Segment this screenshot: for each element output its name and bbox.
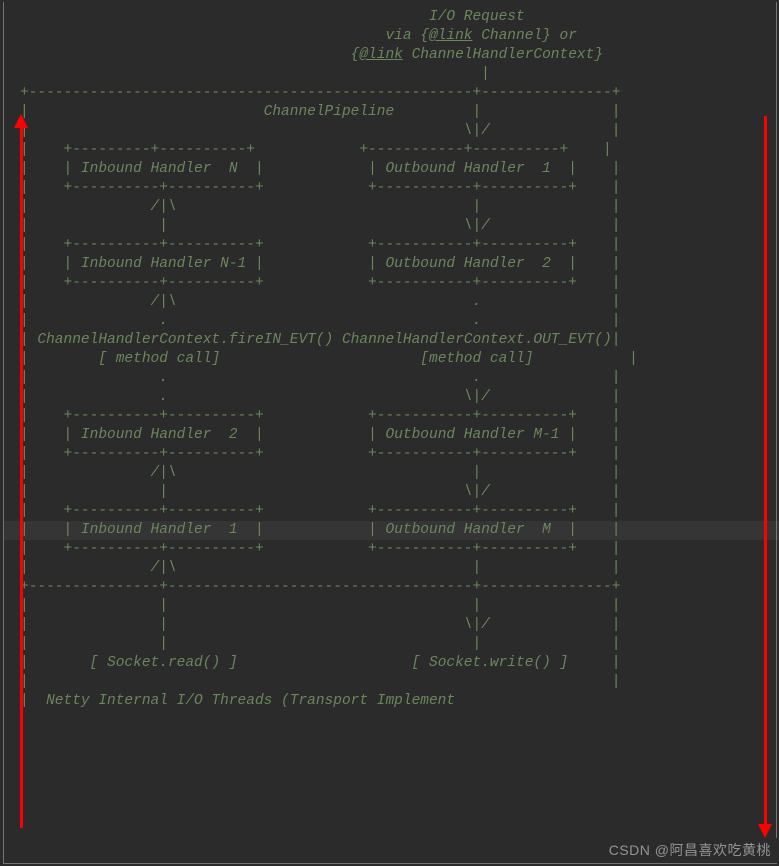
outbound-2: | Outbound Handler 2 | — [368, 256, 577, 272]
link-channel-obj: Channel — [473, 28, 543, 44]
outbound-m: | Outbound Handler M | — [368, 522, 577, 538]
footer-threads: | Netty Internal I/O Threads (Transport … — [20, 693, 455, 709]
diagram-canvas: I/O Request via {@link Channel} or {@lin… — [0, 0, 779, 866]
inbound-2: | Inbound Handler 2 | — [64, 427, 264, 443]
header-title: I/O Request — [429, 9, 525, 25]
link-ctx-obj: ChannelHandlerContext — [403, 47, 594, 63]
pipeline-title: ChannelPipeline — [264, 104, 395, 120]
inbound-call: [ method call] — [98, 351, 220, 367]
border-left — [3, 2, 4, 864]
border-right — [776, 2, 777, 838]
border-bottom — [3, 863, 777, 864]
link-ctx-at[interactable]: @link — [359, 47, 403, 63]
socket-write: [ Socket.write() ] — [412, 655, 569, 671]
brace-close: } — [594, 47, 603, 63]
watermark: CSDN @阿昌喜欢吃黄桃 — [609, 841, 771, 860]
via-open: via { — [385, 28, 429, 44]
inbound-nm1: | Inbound Handler N-1 | — [64, 256, 264, 272]
outbound-call: [method call] — [420, 351, 533, 367]
inbound-arrow-icon — [20, 124, 23, 828]
socket-read: [ Socket.read() ] — [90, 655, 238, 671]
outbound-mm1: | Outbound Handler M-1 | — [368, 427, 577, 443]
outbound-1: | Outbound Handler 1 | — [368, 161, 577, 177]
inbound-ctx: ChannelHandlerContext.fireIN_EVT() — [37, 332, 333, 348]
ascii-diagram: I/O Request via {@link Channel} or {@lin… — [20, 8, 638, 711]
via-mid: } or — [542, 28, 577, 44]
inbound-n: | Inbound Handler N | — [64, 161, 264, 177]
outbound-ctx: ChannelHandlerContext.OUT_EVT() — [342, 332, 612, 348]
inbound-1: | Inbound Handler 1 | — [64, 522, 264, 538]
outbound-arrow-icon — [764, 116, 767, 828]
link-channel-at[interactable]: @link — [429, 28, 473, 44]
